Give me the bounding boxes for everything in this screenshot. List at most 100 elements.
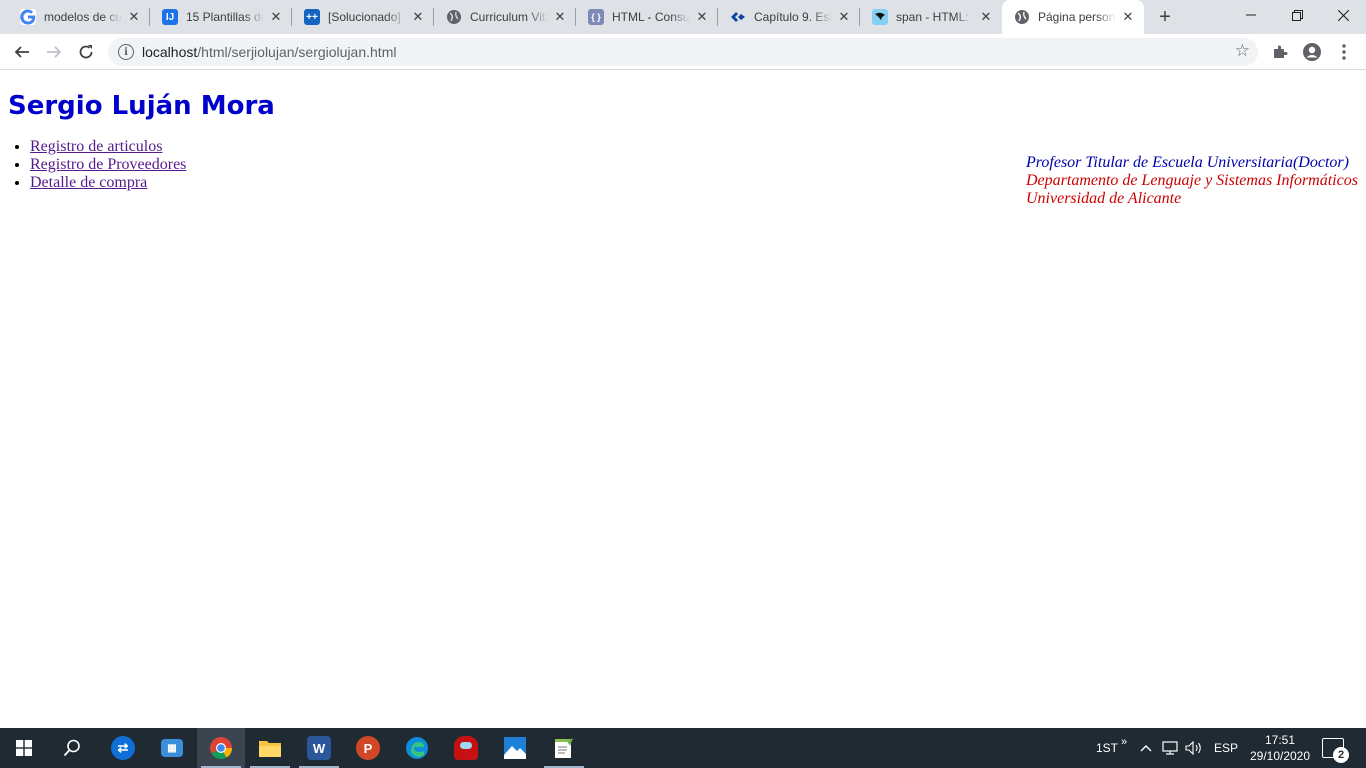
tab-strip: modelos de curriculum ✕ IJ 15 Plantillas…: [0, 0, 1366, 34]
close-window-button[interactable]: [1320, 0, 1366, 30]
list-item: Registro de Proveedores: [30, 156, 186, 174]
speaker-icon: [1185, 741, 1201, 755]
close-tab-icon[interactable]: ✕: [694, 9, 710, 25]
close-tab-icon[interactable]: ✕: [836, 9, 852, 25]
tab-title: [Solucionado] HTML: [328, 10, 406, 24]
diamond-icon: [730, 9, 746, 25]
new-tab-button[interactable]: +: [1153, 5, 1177, 29]
puzzle-icon: [1274, 45, 1288, 58]
control-panel-icon: ▦: [161, 739, 183, 757]
plus-plus-icon: ++: [304, 9, 320, 25]
tab-html-consultas[interactable]: { } HTML - Consultas ✕: [576, 0, 718, 34]
department-text: Departamento de Lenguaje y Sistemas Info…: [1026, 172, 1358, 189]
tab-plantillas[interactable]: IJ 15 Plantillas de CV ✕: [150, 0, 292, 34]
tray-label: 1ST: [1096, 741, 1119, 755]
mdn-icon: [872, 9, 888, 25]
position-text: Profesor Titular de Escuela Universitari…: [1026, 154, 1349, 171]
tab-title: 15 Plantillas de CV: [186, 10, 264, 24]
close-tab-icon[interactable]: ✕: [552, 9, 568, 25]
minimize-icon: [1246, 14, 1256, 16]
close-tab-icon[interactable]: ✕: [410, 9, 426, 25]
extensions-button[interactable]: [1266, 38, 1294, 66]
action-center-icon[interactable]: 2: [1322, 738, 1349, 763]
windows-logo-icon: [16, 740, 32, 756]
edge-icon: [406, 737, 428, 759]
taskbar-notepad-plus[interactable]: [540, 728, 588, 768]
network-icon: [1162, 741, 1178, 755]
close-tab-icon[interactable]: ✕: [268, 9, 284, 25]
google-icon: [20, 9, 36, 25]
tab-modelos[interactable]: modelos de curriculum ✕: [8, 0, 150, 34]
menu-button[interactable]: [1330, 38, 1358, 66]
restore-icon: [1291, 9, 1303, 21]
reload-button[interactable]: [72, 38, 100, 66]
kebab-menu-icon: [1342, 44, 1346, 60]
tab-solucionado[interactable]: ++ [Solucionado] HTML ✕: [292, 0, 434, 34]
start-button[interactable]: [0, 728, 48, 768]
forward-arrow-icon: [47, 46, 62, 58]
input-language[interactable]: ESP: [1214, 728, 1238, 768]
page-content: Sergio Luján Mora Registro de articulos …: [0, 71, 1366, 728]
account-icon: [1303, 43, 1321, 61]
tab-title: Página personal: [1038, 10, 1116, 24]
show-hidden-icons-button[interactable]: [1140, 728, 1152, 768]
close-tab-icon[interactable]: ✕: [978, 9, 994, 25]
taskbar-file-explorer[interactable]: [246, 728, 294, 768]
page-title: Sergio Luján Mora: [8, 91, 275, 121]
taskbar-photos[interactable]: [491, 728, 539, 768]
link-registro-articulos[interactable]: Registro de articulos: [30, 138, 162, 155]
search-button[interactable]: [48, 728, 96, 768]
taskbar-chrome[interactable]: [197, 728, 245, 768]
tab-curriculum[interactable]: Curriculum Vitae ✕: [434, 0, 576, 34]
notification-count: 2: [1333, 747, 1349, 763]
word-icon: W: [307, 736, 331, 760]
clock-time: 17:51: [1264, 733, 1296, 747]
taskbar-among-us[interactable]: [442, 728, 490, 768]
taskbar-edge[interactable]: [393, 728, 441, 768]
uj-icon: IJ: [162, 9, 178, 25]
reload-icon: [79, 45, 93, 59]
university-text: Universidad de Alicante: [1026, 190, 1182, 207]
forward-button[interactable]: [40, 38, 68, 66]
bookmark-star-icon[interactable]: ☆: [1235, 41, 1250, 61]
chrome-icon: [210, 737, 232, 759]
tab-capitulo-9[interactable]: Capítulo 9. Estilos ✕: [718, 0, 860, 34]
network-button[interactable]: [1162, 728, 1178, 768]
nav-link-list: Registro de articulos Registro de Provee…: [30, 138, 186, 192]
volume-button[interactable]: [1185, 728, 1203, 768]
list-item: Detalle de compra: [30, 174, 186, 192]
profile-button[interactable]: [1298, 38, 1326, 66]
list-item: Registro de articulos: [30, 138, 186, 156]
braces-icon: { }: [588, 9, 604, 25]
tab-title: span - HTML: Lenguaje: [896, 10, 974, 24]
tab-title: modelos de curriculum: [44, 10, 122, 24]
windows-taskbar: ⇄ ▦ W P 1ST » ESP 17:51 29/10/2020 2: [0, 728, 1366, 768]
close-tab-icon[interactable]: ✕: [126, 9, 142, 25]
back-button[interactable]: [8, 38, 36, 66]
site-info-icon[interactable]: i: [118, 44, 134, 60]
folder-icon: [259, 741, 281, 757]
tab-span-mdn[interactable]: span - HTML: Lenguaje ✕: [860, 0, 1002, 34]
globe-icon: [1014, 9, 1030, 25]
minimize-button[interactable]: [1228, 0, 1274, 30]
taskbar-control-panel[interactable]: ▦: [148, 728, 196, 768]
tab-title: Curriculum Vitae: [470, 10, 548, 24]
tab-title: HTML - Consultas: [612, 10, 690, 24]
among-us-icon: [454, 736, 478, 760]
taskbar-teamviewer[interactable]: ⇄: [99, 728, 147, 768]
close-tab-icon[interactable]: ✕: [1120, 9, 1136, 25]
taskbar-powerpoint[interactable]: P: [344, 728, 392, 768]
close-icon: [1337, 9, 1349, 21]
tab-title: Capítulo 9. Estilos: [754, 10, 832, 24]
globe-icon: [446, 9, 462, 25]
link-detalle-compra[interactable]: Detalle de compra: [30, 174, 147, 191]
chevron-right-icon[interactable]: »: [1121, 722, 1127, 762]
tab-pagina-personal[interactable]: Página personal ✕: [1002, 0, 1144, 34]
restore-button[interactable]: [1274, 0, 1320, 30]
browser-toolbar: i localhost/html/serjiolujan/sergiolujan…: [0, 34, 1366, 70]
back-arrow-icon: [14, 46, 29, 58]
system-clock[interactable]: 17:51 29/10/2020: [1240, 732, 1320, 764]
link-registro-proveedores[interactable]: Registro de Proveedores: [30, 156, 186, 173]
address-bar[interactable]: i localhost/html/serjiolujan/sergiolujan…: [108, 38, 1258, 66]
taskbar-word[interactable]: W: [295, 728, 343, 768]
